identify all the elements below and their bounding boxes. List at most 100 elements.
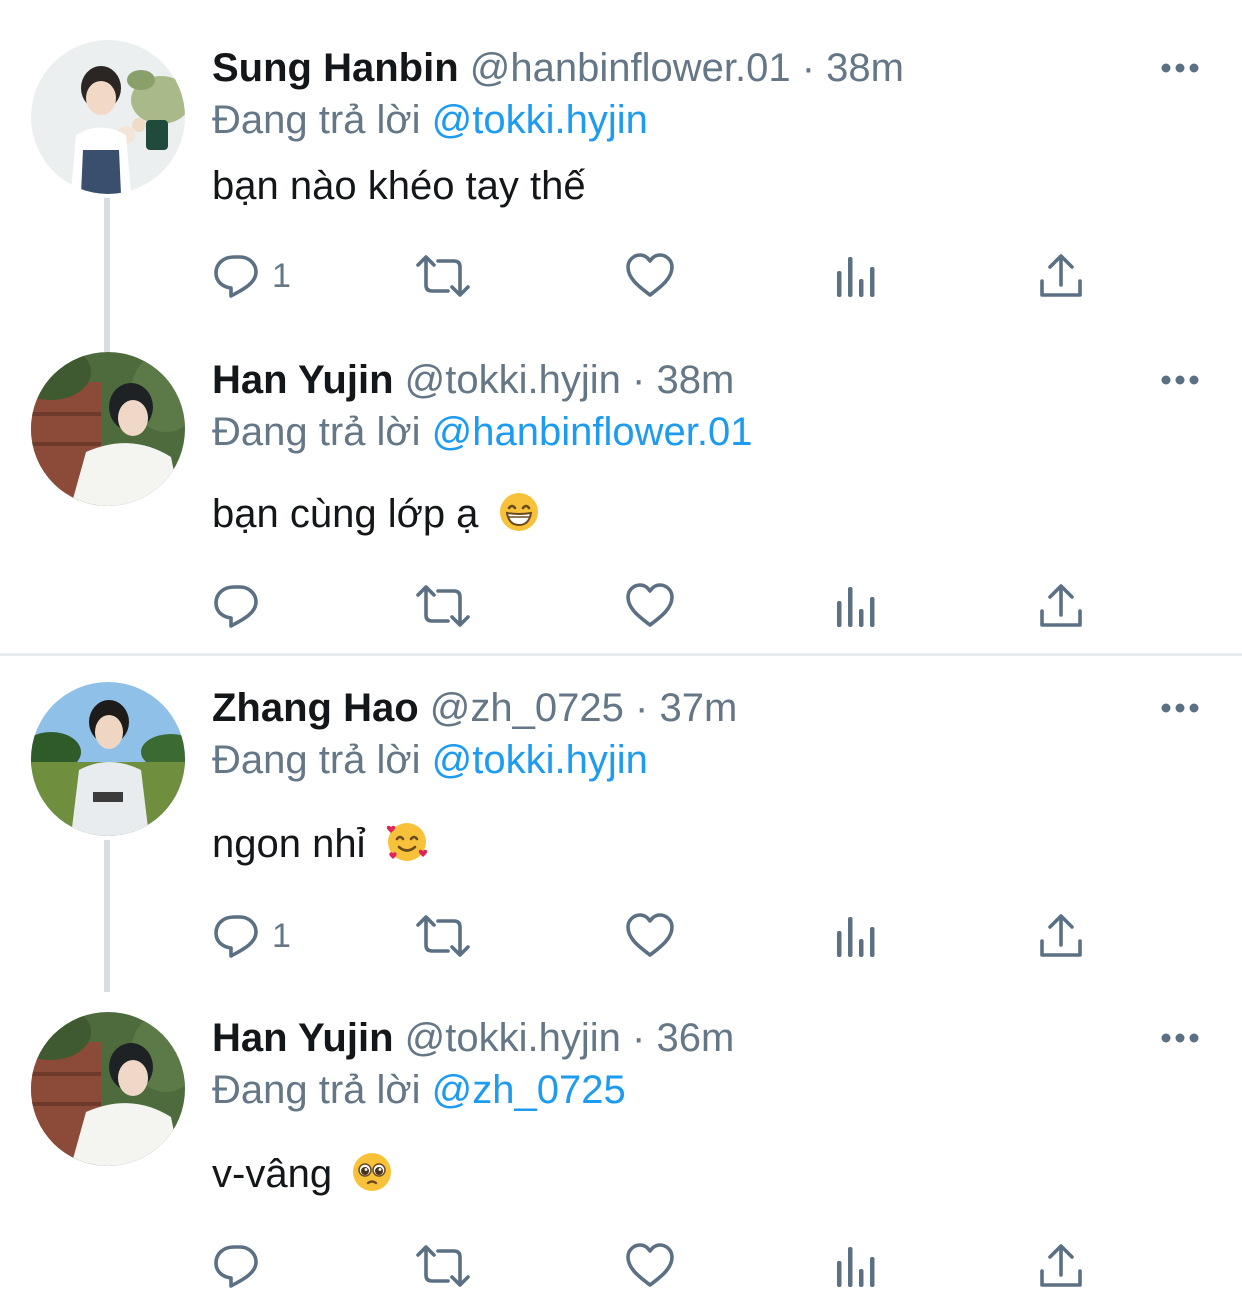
separator: · (801, 46, 816, 90)
replying-to: Đang trả lời @zh_0725 (212, 1062, 626, 1118)
timestamp[interactable]: 37m (659, 686, 737, 730)
retweet-button[interactable] (414, 246, 472, 306)
share-button[interactable] (1038, 906, 1084, 966)
share-icon (1040, 914, 1082, 957)
more-icon (1161, 703, 1199, 713)
more-button[interactable] (1156, 1018, 1204, 1058)
retweet-button[interactable] (414, 906, 472, 966)
avatar-sung-hanbin[interactable] (31, 40, 185, 194)
reply-count: 1 (272, 256, 291, 295)
mention-link[interactable]: @tokki.hyjin (432, 738, 648, 782)
more-icon (1161, 63, 1199, 73)
analytics-button[interactable] (834, 576, 878, 636)
replying-to: Đang trả lời @hanbinflower.01 (212, 404, 753, 460)
avatar-image (31, 682, 185, 836)
reply-icon (214, 915, 258, 958)
retweet-icon (416, 585, 470, 627)
tweet-text: bạn cùng lớp ạ (212, 486, 540, 548)
analytics-icon (837, 587, 875, 627)
like-button[interactable] (624, 246, 676, 306)
like-button[interactable] (624, 906, 676, 966)
display-name[interactable]: Han Yujin (212, 1016, 394, 1060)
avatar-image (31, 1012, 185, 1166)
more-button[interactable] (1156, 48, 1204, 88)
reply-button[interactable] (212, 576, 272, 636)
analytics-button[interactable] (834, 1236, 878, 1296)
avatar-image (31, 40, 185, 194)
thread-divider (0, 653, 1242, 656)
tweet-text: bạn nào khéo tay thế (212, 158, 586, 214)
reply-icon (214, 585, 258, 628)
timestamp[interactable]: 38m (826, 46, 904, 90)
like-icon (626, 253, 674, 297)
mention-link[interactable]: @hanbinflower.01 (432, 410, 753, 454)
pleading-face-icon (351, 1151, 393, 1208)
user-handle[interactable]: @tokki.hyjin (405, 358, 621, 402)
more-icon (1161, 375, 1199, 385)
display-name[interactable]: Han Yujin (212, 358, 394, 402)
share-icon (1040, 584, 1082, 627)
tweet-text: v-vâng (212, 1146, 393, 1208)
like-button[interactable] (624, 1236, 676, 1296)
reply-count: 1 (272, 916, 291, 955)
tweet-header: Han Yujin @tokki.hyjin · 36m (212, 1010, 734, 1066)
like-button[interactable] (624, 576, 676, 636)
avatar-zhang-hao[interactable] (31, 682, 185, 836)
share-button[interactable] (1038, 1236, 1084, 1296)
tweet-actions (0, 1236, 1242, 1296)
user-handle[interactable]: @zh_0725 (430, 686, 624, 730)
grinning-face-icon (498, 491, 540, 548)
tweet-actions (0, 576, 1242, 636)
smiling-face-with-hearts-icon (385, 821, 429, 878)
display-name[interactable]: Zhang Hao (212, 686, 419, 730)
replying-to-label: Đang trả lời (212, 98, 421, 142)
analytics-icon (837, 917, 875, 957)
user-handle[interactable]: @tokki.hyjin (405, 1016, 621, 1060)
retweet-icon (416, 915, 470, 957)
replying-to: Đang trả lời @tokki.hyjin (212, 732, 648, 788)
reply-icon (214, 1245, 258, 1288)
avatar-han-yujin[interactable] (31, 1012, 185, 1166)
mention-link[interactable]: @tokki.hyjin (432, 98, 648, 142)
retweet-button[interactable] (414, 1236, 472, 1296)
tweet-header: Han Yujin @tokki.hyjin · 38m (212, 352, 734, 408)
analytics-icon (837, 1247, 875, 1287)
avatar-han-yujin[interactable] (31, 352, 185, 506)
tweet-text-content: bạn cùng lớp ạ (212, 492, 479, 536)
reply-button[interactable] (212, 1236, 272, 1296)
more-icon (1161, 1033, 1199, 1043)
more-button[interactable] (1156, 688, 1204, 728)
analytics-button[interactable] (834, 246, 878, 306)
replying-to-label: Đang trả lời (212, 410, 421, 454)
share-icon (1040, 254, 1082, 297)
more-button[interactable] (1156, 360, 1204, 400)
reply-icon (214, 255, 258, 298)
reply-button[interactable]: 1 (212, 246, 291, 306)
separator: · (632, 358, 646, 402)
timestamp[interactable]: 36m (656, 1016, 734, 1060)
tweet-header: Zhang Hao @zh_0725 · 37m (212, 680, 737, 736)
display-name[interactable]: Sung Hanbin (212, 46, 459, 90)
replying-to-label: Đang trả lời (212, 738, 421, 782)
tweet-text: ngon nhỉ (212, 816, 429, 878)
retweet-button[interactable] (414, 576, 472, 636)
retweet-icon (416, 1245, 470, 1287)
share-button[interactable] (1038, 576, 1084, 636)
analytics-icon (837, 257, 875, 297)
tweet-text-content: ngon nhỉ (212, 822, 366, 866)
like-icon (626, 1243, 674, 1287)
tweet-actions: 1 (0, 246, 1242, 306)
separator: · (635, 686, 649, 730)
avatar-image (31, 352, 185, 506)
timestamp[interactable]: 38m (656, 358, 734, 402)
retweet-icon (416, 255, 470, 297)
mention-link[interactable]: @zh_0725 (432, 1068, 626, 1112)
reply-button[interactable]: 1 (212, 906, 291, 966)
like-icon (626, 913, 674, 957)
share-button[interactable] (1038, 246, 1084, 306)
replying-to: Đang trả lời @tokki.hyjin (212, 92, 648, 148)
user-handle[interactable]: @hanbinflower.01 (470, 46, 791, 90)
analytics-button[interactable] (834, 906, 878, 966)
separator: · (632, 1016, 646, 1060)
tweet-text-content: v-vâng (212, 1152, 333, 1196)
